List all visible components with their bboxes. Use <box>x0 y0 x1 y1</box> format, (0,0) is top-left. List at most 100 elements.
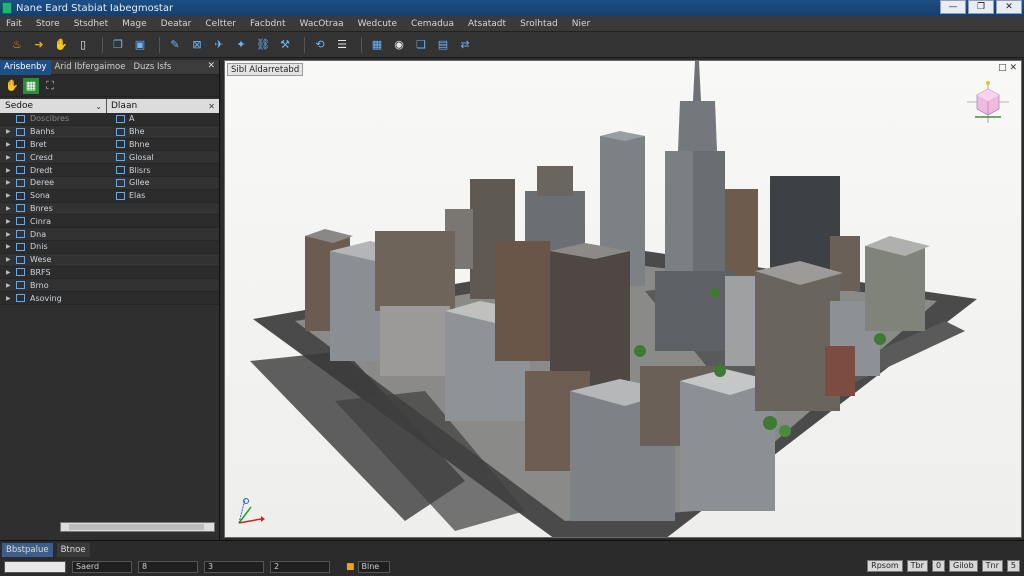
search-field[interactable]: Dlaan ✕ <box>107 99 219 113</box>
zoom-button[interactable]: Rpsom <box>867 560 903 572</box>
menu-item[interactable]: WacOtraa <box>300 19 344 29</box>
tab-information[interactable]: Arid Ibfergaimoe <box>51 60 130 75</box>
plane-icon[interactable]: ✈ <box>210 36 228 54</box>
tree-row[interactable]: ▶ Asoving <box>0 292 219 305</box>
menu-item[interactable]: Atsatadt <box>468 19 506 29</box>
menu-item[interactable]: Wedcute <box>358 19 397 29</box>
tree-row[interactable]: ▶ Brno <box>0 279 219 293</box>
status-button[interactable]: Gilob <box>949 560 978 572</box>
menu-item[interactable]: Cemadua <box>411 19 454 29</box>
row-name: Cresd <box>30 152 53 162</box>
copy-icon[interactable]: ❐ <box>109 36 127 54</box>
tab-bottom-2[interactable]: Btnoe <box>56 542 90 557</box>
maximize-button[interactable]: ❐ <box>968 0 994 14</box>
tab-assembly[interactable]: Arisbenby <box>0 59 51 75</box>
sphere-icon[interactable]: ◉ <box>390 36 408 54</box>
tree-row[interactable]: ▶ Banhs Bhe <box>0 125 219 139</box>
menu-item[interactable]: Stsdhet <box>74 19 108 29</box>
tree-row[interactable]: ▶ Deree Gllee <box>0 176 219 190</box>
sync-icon[interactable]: ⇄ <box>456 36 474 54</box>
menu-item[interactable]: Celtter <box>205 19 236 29</box>
tool-icon[interactable]: ⚒ <box>276 36 294 54</box>
property-icon <box>116 178 125 187</box>
tree-row[interactable]: ▶ Bnres <box>0 202 219 216</box>
hand-icon[interactable]: ✋ <box>52 36 70 54</box>
menu-item[interactable]: Deatar <box>161 19 192 29</box>
scrollbar-thumb[interactable] <box>69 524 204 530</box>
expand-arrow-icon[interactable]: ▶ <box>6 128 16 135</box>
3d-viewport[interactable]: Sibl Aldarretabd □ ✕ <box>224 60 1022 538</box>
flame-icon[interactable]: ♨ <box>8 36 26 54</box>
tree-row[interactable]: ▶ BRFS <box>0 266 219 280</box>
tree-row[interactable]: ▶ Dnis <box>0 240 219 254</box>
minimize-button[interactable]: — <box>940 0 966 14</box>
expand-arrow-icon[interactable]: ▶ <box>6 243 16 250</box>
expand-arrow-icon[interactable]: ▶ <box>6 141 16 148</box>
hand-icon[interactable]: ✋ <box>4 78 20 94</box>
object-icon <box>16 178 25 187</box>
expand-arrow-icon[interactable]: ▶ <box>6 218 16 225</box>
status-button[interactable]: 5 <box>1006 560 1020 572</box>
tree-row[interactable]: ▶ Cinra <box>0 215 219 229</box>
tree-row[interactable]: ▶ Sona Elas <box>0 189 219 203</box>
menu-item[interactable]: Mage <box>122 19 147 29</box>
camera-icon[interactable]: ▤ <box>434 36 452 54</box>
tree-row[interactable]: ▶ Dredt Blisrs <box>0 164 219 177</box>
expand-arrow-icon[interactable]: ▶ <box>6 269 16 276</box>
tree-row[interactable]: Doscibres A <box>0 113 219 126</box>
close-button[interactable]: ✕ <box>996 0 1022 14</box>
page-icon[interactable]: ▯ <box>74 36 92 54</box>
layers-icon[interactable]: ❏ <box>412 36 430 54</box>
menu-item[interactable]: Nier <box>572 19 590 29</box>
crop-icon[interactable]: ⛶ <box>42 78 58 94</box>
refresh-icon[interactable]: ⟲ <box>311 36 329 54</box>
expand-arrow-icon[interactable]: ▶ <box>6 295 16 302</box>
coord-field-4[interactable]: 2 <box>270 561 330 573</box>
search-field[interactable] <box>4 561 66 573</box>
tab-data[interactable]: Duzs Isfs <box>129 60 175 75</box>
expand-arrow-icon[interactable]: ▶ <box>6 205 16 212</box>
menu-item[interactable]: Facbdnt <box>250 19 285 29</box>
merge-icon[interactable]: ✦ <box>232 36 250 54</box>
coord-field-2[interactable]: 8 <box>138 561 198 573</box>
status-field[interactable]: Blne <box>357 561 390 573</box>
menu-item[interactable]: Store <box>36 19 60 29</box>
arrow-icon[interactable]: ➜ <box>30 36 48 54</box>
expand-arrow-icon[interactable]: ▶ <box>6 231 16 238</box>
expand-arrow-icon[interactable]: ▶ <box>6 282 16 289</box>
link-icon[interactable]: ⛓ <box>254 36 272 54</box>
clear-icon[interactable]: ✕ <box>208 102 215 111</box>
list-icon[interactable]: ☰ <box>333 36 351 54</box>
coord-field-3[interactable]: 3 <box>204 561 264 573</box>
pin-icon[interactable]: ✎ <box>166 36 184 54</box>
expand-arrow-icon[interactable]: ▶ <box>6 179 16 186</box>
grid-icon[interactable]: ▦ <box>23 77 39 94</box>
chevron-down-icon: ⌄ <box>95 101 102 111</box>
paste-icon[interactable]: ▣ <box>131 36 149 54</box>
tree-row[interactable]: ▶ Bret Bhne <box>0 138 219 152</box>
status-button[interactable]: Tbr <box>906 560 928 572</box>
status-button[interactable]: 0 <box>931 560 946 572</box>
horizontal-scrollbar[interactable] <box>60 522 215 532</box>
expand-arrow-icon[interactable]: ▶ <box>6 167 16 174</box>
tree-row[interactable]: ▶ Dna <box>0 228 219 241</box>
viewcube-icon[interactable] <box>965 79 1011 125</box>
expand-arrow-icon[interactable]: ▶ <box>6 154 16 161</box>
menu-item[interactable]: Srolhtad <box>520 19 558 29</box>
close-panel-icon[interactable]: ✕ <box>207 61 215 71</box>
tree-row[interactable]: ▶ Wese <box>0 253 219 267</box>
expand-arrow-icon[interactable]: ▶ <box>6 256 16 263</box>
menu-item[interactable]: Fait <box>6 19 22 29</box>
property-icon <box>116 166 125 175</box>
viewport-controls[interactable]: □ ✕ <box>998 63 1017 73</box>
tree-row[interactable]: ▶ Cresd Glosal <box>0 151 219 165</box>
tab-bottom-1[interactable]: Bbstpalue <box>2 542 53 557</box>
expand-arrow-icon[interactable]: ▶ <box>6 192 16 199</box>
status-button[interactable]: Tnr <box>981 560 1003 572</box>
box-icon[interactable]: ⊠ <box>188 36 206 54</box>
chart-icon[interactable]: ▦ <box>368 36 386 54</box>
row-value: Bhne <box>129 139 150 149</box>
coord-field-1[interactable]: Saerd <box>72 561 132 573</box>
filter-dropdown[interactable]: Sedoe ⌄ <box>0 99 107 113</box>
viewport-label[interactable]: Sibl Aldarretabd <box>227 63 304 76</box>
